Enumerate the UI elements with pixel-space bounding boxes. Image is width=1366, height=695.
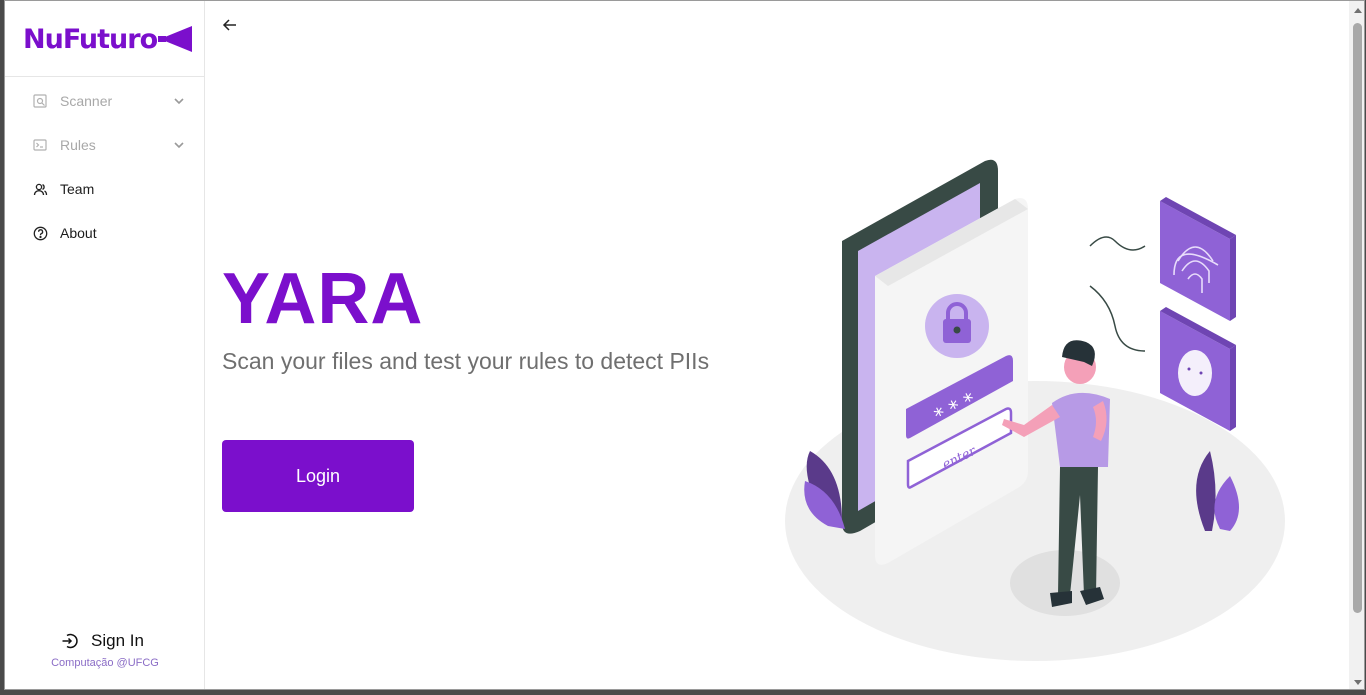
footer-credit: Computação @UFCG — [51, 657, 159, 669]
sidebar-item-scanner[interactable]: Scanner — [5, 79, 205, 123]
sidebar-item-team[interactable]: Team — [5, 167, 205, 211]
chevron-down-icon — [174, 142, 184, 149]
scan-document-icon — [32, 93, 48, 109]
sign-in-label: Sign In — [91, 631, 144, 650]
terminal-icon — [32, 137, 48, 153]
brand-logo[interactable]: NuFuturo — [23, 19, 194, 59]
secure-login-illustration: * * * enter — [785, 159, 1285, 661]
vertical-scrollbar[interactable] — [1349, 1, 1364, 689]
sidebar-item-label: Rules — [60, 137, 96, 153]
login-button[interactable]: Login — [222, 440, 414, 512]
sidebar-nav: Scanner Rules Team About — [5, 79, 205, 255]
sidebar-item-label: About — [60, 225, 97, 241]
sign-in-icon — [62, 633, 78, 649]
chevron-down-icon — [174, 98, 184, 105]
brand-name: NuFuturo — [23, 23, 158, 55]
app-window: NuFuturo Scanner Rules Team About Sign I… — [4, 0, 1365, 690]
arrow-left-icon — [222, 19, 236, 31]
sidebar: NuFuturo Scanner Rules Team About Sign I… — [5, 1, 205, 689]
main-content: YARA Scan your files and test your rules… — [206, 1, 1349, 689]
scroll-down-arrow-icon[interactable] — [1349, 674, 1364, 689]
scroll-up-arrow-icon[interactable] — [1349, 1, 1364, 18]
sign-in-button[interactable]: Sign In — [61, 631, 144, 651]
page-title: YARA — [222, 259, 424, 339]
sidebar-item-rules[interactable]: Rules — [5, 123, 205, 167]
sidebar-item-label: Scanner — [60, 93, 113, 109]
sidebar-item-about[interactable]: About — [5, 211, 205, 255]
help-circle-icon — [32, 225, 48, 241]
users-icon — [32, 181, 48, 197]
page-subtitle: Scan your files and test your rules to d… — [222, 348, 710, 374]
back-button[interactable] — [220, 15, 240, 35]
sidebar-item-label: Team — [60, 181, 95, 197]
scrollbar-thumb[interactable] — [1353, 23, 1362, 613]
sidebar-divider — [5, 76, 205, 77]
megaphone-logo-icon — [158, 26, 193, 52]
